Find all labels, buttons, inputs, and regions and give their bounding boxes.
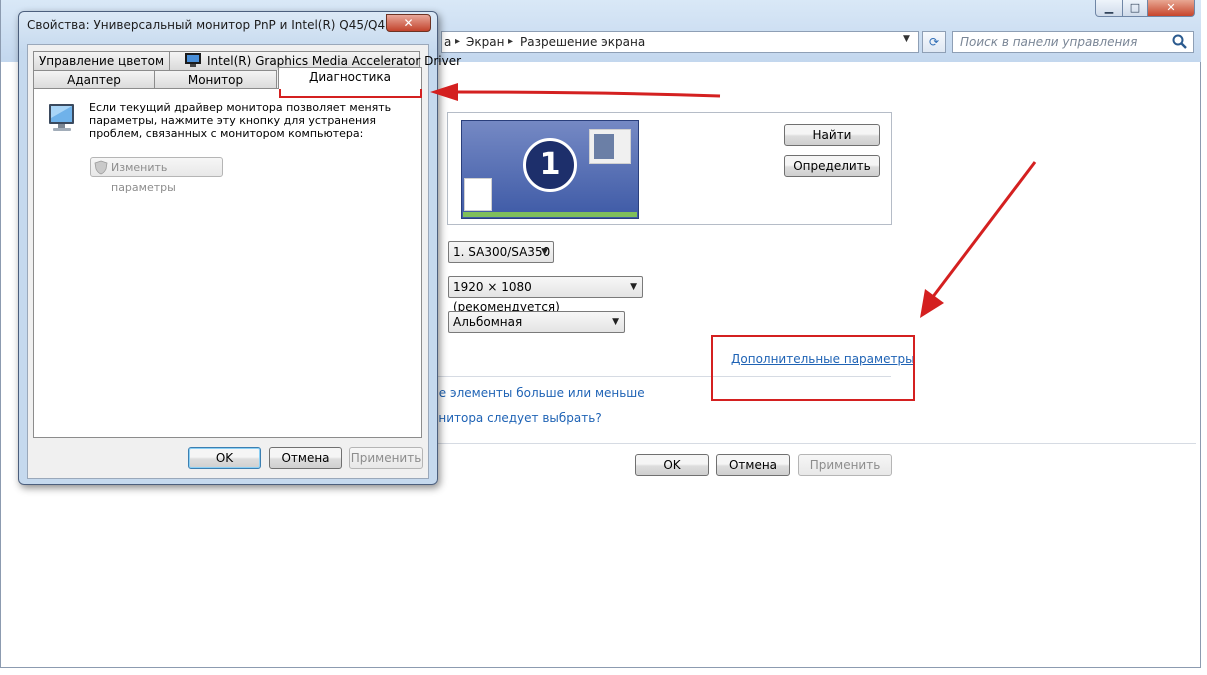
display-select[interactable]: 1. SA300/SA350 ▼ xyxy=(448,241,554,263)
close-button[interactable]: ✕ xyxy=(386,14,431,32)
diagnostics-description: Если текущий драйвер монитора позволяет … xyxy=(89,101,392,140)
apply-button: Применить xyxy=(798,454,892,476)
chevron-down-icon[interactable]: ▼ xyxy=(903,34,910,44)
tab-diagnostics[interactable]: Диагностика xyxy=(278,67,422,89)
ok-button[interactable]: OK xyxy=(188,447,261,469)
display-select-value: 1. SA300/SA350 xyxy=(453,245,551,259)
uac-shield-icon xyxy=(94,160,108,175)
breadcrumb-item[interactable]: Экран xyxy=(466,35,504,49)
divider xyxy=(431,443,1196,444)
search-icon[interactable] xyxy=(1171,33,1189,51)
maximize-button[interactable]: □ xyxy=(1122,0,1148,17)
find-button[interactable]: Найти xyxy=(784,124,880,146)
apply-button: Применить xyxy=(349,447,423,469)
taskbar-thumbnail xyxy=(463,212,637,217)
ok-button[interactable]: OK xyxy=(635,454,709,476)
orientation-select[interactable]: Альбомная ▼ xyxy=(448,311,625,333)
breadcrumb-item[interactable]: а xyxy=(444,35,451,49)
cancel-button[interactable]: Отмена xyxy=(716,454,790,476)
cancel-button[interactable]: Отмена xyxy=(269,447,342,469)
chevron-down-icon: ▼ xyxy=(612,317,619,327)
tab-label: Intel(R) Graphics Media Accelerator Driv… xyxy=(207,54,462,68)
resolution-select-value: 1920 × 1080 (рекомендуется) xyxy=(453,280,560,314)
tab-adapter[interactable]: Адаптер xyxy=(33,70,155,89)
annotation-highlight-box xyxy=(711,335,915,401)
identify-button[interactable]: Определить xyxy=(784,155,880,177)
tab-color-management[interactable]: Управление цветом xyxy=(33,51,170,70)
monitor-icon xyxy=(49,104,74,131)
search-input[interactable]: Поиск в панели управления xyxy=(952,31,1194,53)
breadcrumb-item[interactable]: Разрешение экрана xyxy=(520,35,645,49)
window-thumbnail-icon xyxy=(589,129,631,164)
window-thumbnail-icon xyxy=(464,178,492,211)
which-monitor-link[interactable]: онитора следует выбрать? xyxy=(431,411,602,425)
intel-graphics-icon xyxy=(185,53,201,67)
breadcrumb-arrow-icon[interactable]: ▸ xyxy=(508,36,513,47)
dialog-title: Свойства: Универсальный монитор PnP и In… xyxy=(27,18,431,32)
address-bar[interactable]: а ▸ Экран ▸ Разрешение экрана xyxy=(441,31,919,53)
chevron-down-icon: ▼ xyxy=(630,282,637,292)
orientation-select-value: Альбомная xyxy=(453,315,523,329)
minimize-button[interactable]: ▁ xyxy=(1095,0,1123,17)
text-size-link[interactable]: ие элементы больше или меньше xyxy=(431,386,645,400)
resolution-select[interactable]: 1920 × 1080 (рекомендуется) ▼ xyxy=(448,276,643,314)
close-button[interactable]: ✕ xyxy=(1147,0,1195,17)
diagnostics-panel xyxy=(33,88,422,438)
monitor-number-badge: 1 xyxy=(523,138,577,192)
tab-monitor[interactable]: Монитор xyxy=(154,70,277,89)
refresh-button[interactable]: ⟳ xyxy=(922,31,946,53)
change-settings-button: Изменить параметры xyxy=(90,157,223,194)
chevron-down-icon: ▼ xyxy=(541,247,548,257)
breadcrumb-arrow-icon[interactable]: ▸ xyxy=(455,36,460,47)
search-placeholder: Поиск в панели управления xyxy=(960,35,1138,49)
